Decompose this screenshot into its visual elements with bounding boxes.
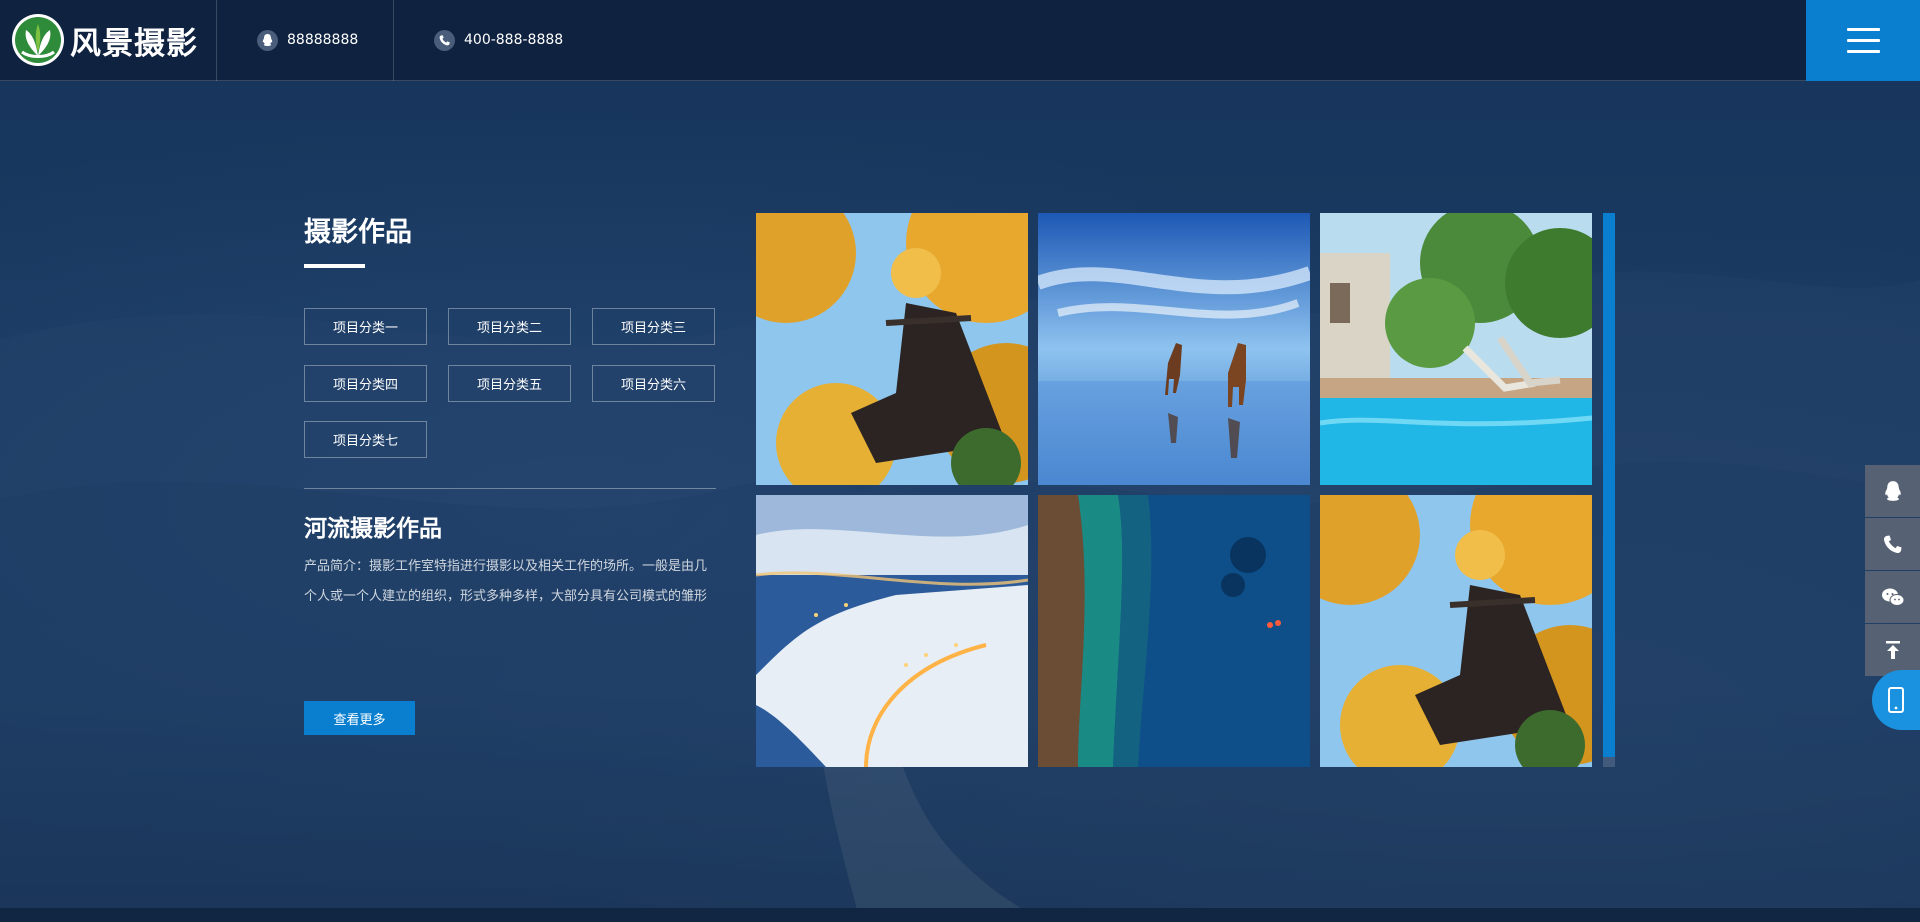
category-button[interactable]: 项目分类六: [592, 365, 715, 402]
floating-contact-bar: [1865, 465, 1920, 677]
work-title: 河流摄影作品: [304, 516, 442, 542]
photo-gallery: [756, 213, 1616, 767]
phone-contact[interactable]: 400-888-8888: [394, 0, 563, 81]
page-bottom-band: [0, 908, 1920, 922]
gallery-scrollbar[interactable]: [1603, 213, 1615, 767]
site-header: 风景摄影 88888888 400-888-8888: [0, 0, 1920, 81]
phone-icon: [434, 29, 455, 51]
float-phone-button[interactable]: [1865, 518, 1920, 570]
float-mobile-button[interactable]: [1872, 670, 1920, 730]
category-button[interactable]: 项目分类三: [592, 308, 715, 345]
gallery-image-autumn-temple[interactable]: [756, 213, 1028, 485]
hamburger-icon-line: [1846, 39, 1880, 42]
phone-number: 400-888-8888: [464, 32, 564, 48]
float-back-to-top-button[interactable]: [1865, 624, 1920, 676]
gallery-scrollbar-thumb[interactable]: [1603, 213, 1615, 757]
mobile-icon: [1888, 687, 1904, 713]
gallery-image-garden-pool[interactable]: [1320, 213, 1592, 485]
logo-leaf-icon: [12, 14, 64, 66]
hamburger-icon-line: [1846, 50, 1880, 53]
section-title: 摄影作品: [304, 217, 412, 248]
section-divider: [304, 488, 716, 489]
qq-contact[interactable]: 88888888: [217, 0, 394, 81]
menu-button[interactable]: [1806, 0, 1920, 81]
qq-icon: [257, 29, 278, 51]
qq-icon: [1884, 481, 1901, 501]
category-button[interactable]: 项目分类二: [448, 308, 571, 345]
work-description: 产品简介：摄影工作室特指进行摄影以及相关工作的场所。一般是由几个人或一个人建立的…: [304, 559, 708, 604]
phone-icon: [1883, 535, 1902, 553]
qq-number: 88888888: [287, 32, 359, 48]
site-logo[interactable]: 风景摄影: [0, 0, 217, 81]
title-underline: [304, 264, 365, 268]
gallery-image-autumn-temple[interactable]: [1320, 495, 1592, 767]
category-button[interactable]: 项目分类五: [448, 365, 571, 402]
category-button[interactable]: 项目分类一: [304, 308, 427, 345]
gallery-image-horses-on-mirror-lake[interactable]: [1038, 213, 1310, 485]
category-button[interactable]: 项目分类七: [304, 421, 427, 458]
float-wechat-button[interactable]: [1865, 571, 1920, 623]
category-button[interactable]: 项目分类四: [304, 365, 427, 402]
wechat-icon: [1881, 588, 1904, 606]
float-qq-button[interactable]: [1865, 465, 1920, 517]
gallery-image-snowy-coast-town[interactable]: [756, 495, 1028, 767]
view-more-button[interactable]: 查看更多: [304, 701, 415, 735]
logo-text: 风景摄影: [70, 25, 198, 62]
back-to-top-icon: [1885, 641, 1900, 659]
gallery-image-aerial-sea-rocks[interactable]: [1038, 495, 1310, 767]
hamburger-icon-line: [1846, 28, 1880, 31]
